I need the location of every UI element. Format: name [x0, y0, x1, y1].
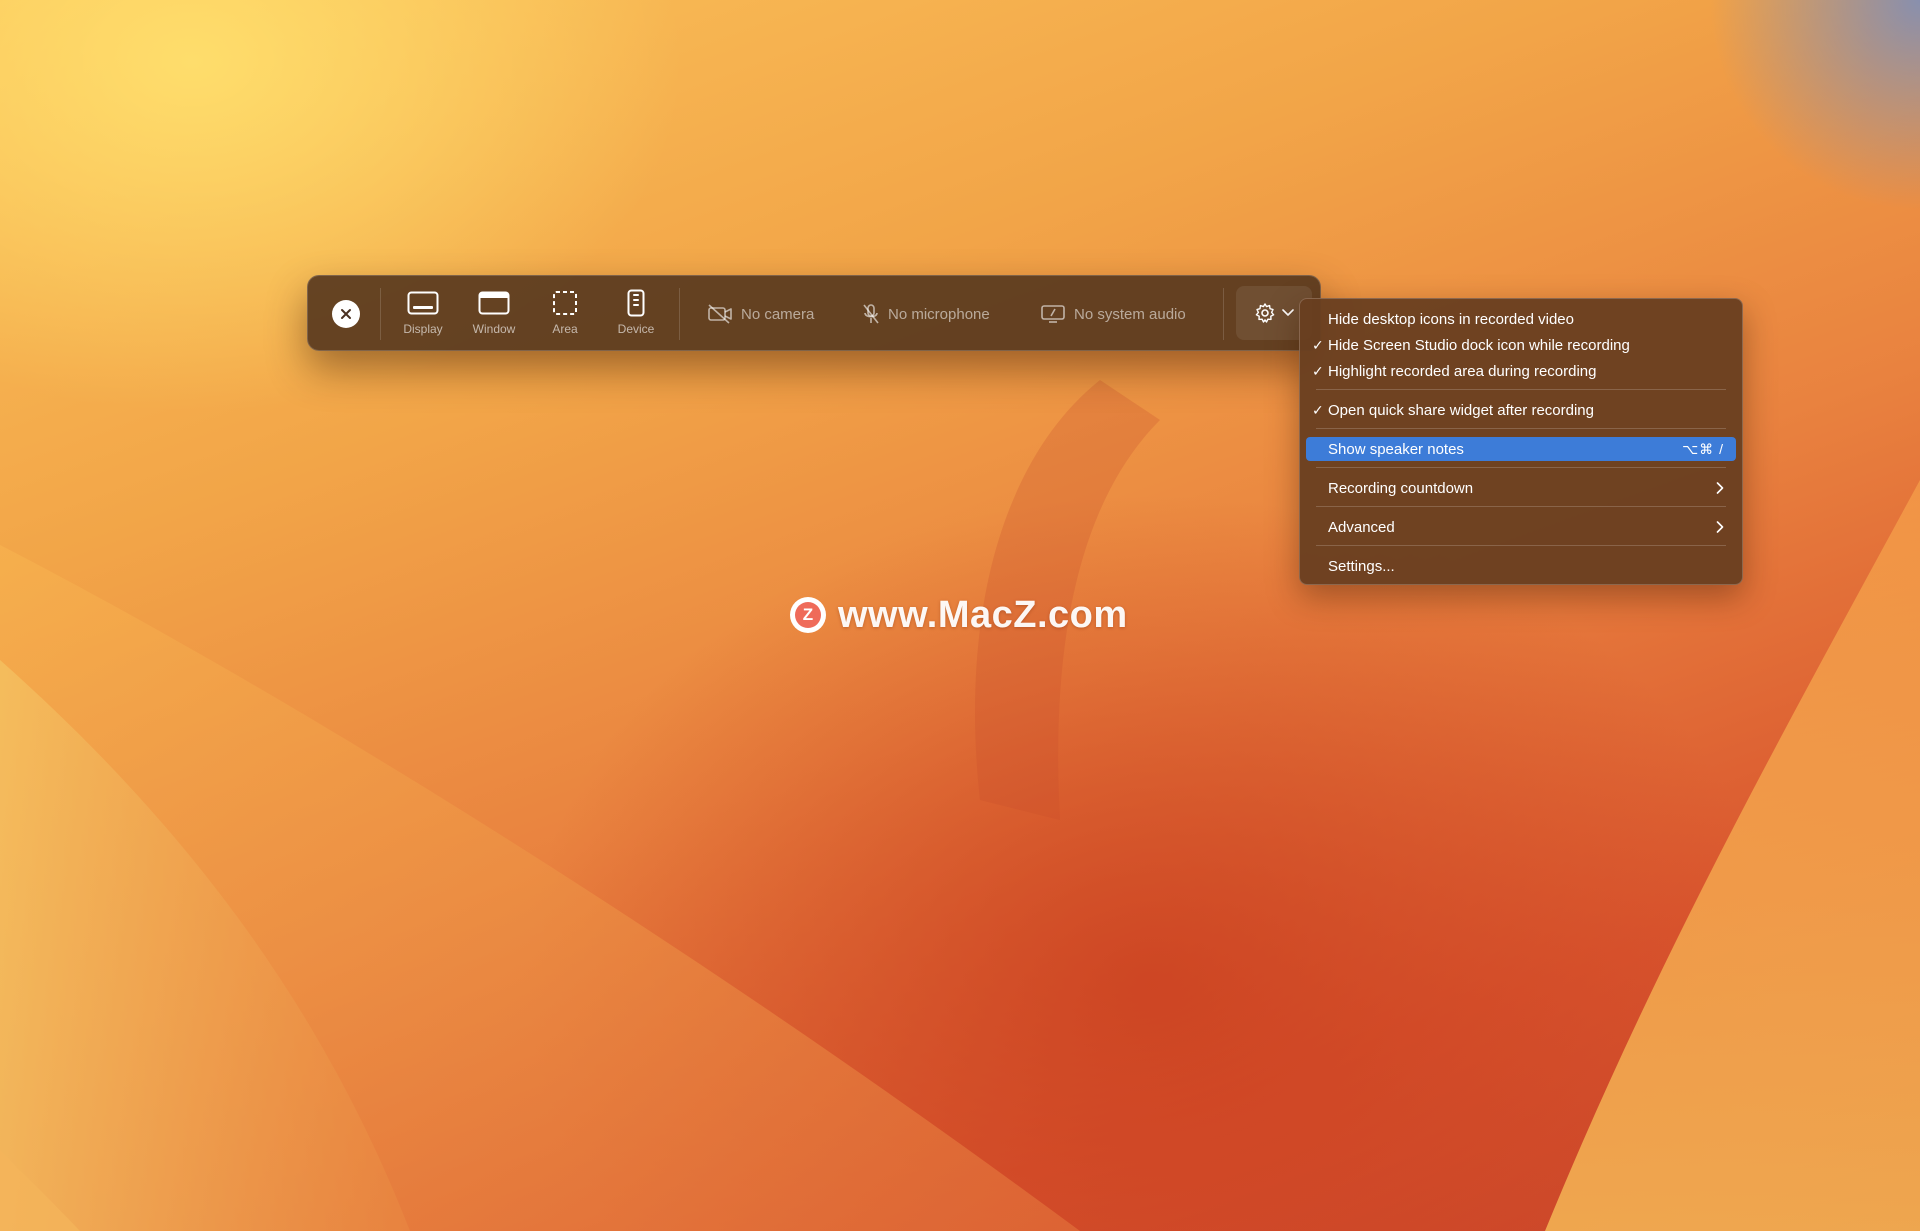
- display-icon: [407, 291, 439, 315]
- gear-icon: [1255, 303, 1275, 323]
- macz-logo-letter: Z: [795, 602, 821, 628]
- menu-item-label: Recording countdown: [1328, 479, 1474, 497]
- microphone-off-icon: [863, 304, 879, 324]
- menu-item-label: Advanced: [1328, 518, 1395, 536]
- menu-item-settings[interactable]: Settings...: [1306, 554, 1736, 578]
- mode-area-button[interactable]: Area: [533, 288, 597, 340]
- system-audio-label: No system audio: [1074, 305, 1186, 323]
- menu-item-show-speaker-notes[interactable]: Show speaker notes ⌥⌘ /: [1306, 437, 1736, 461]
- menu-item-label: Highlight recorded area during recording: [1328, 362, 1597, 380]
- camera-off-icon: [708, 304, 732, 324]
- area-icon: [553, 291, 577, 315]
- watermark-text: www.MacZ.com: [838, 593, 1128, 636]
- system-audio-select-button[interactable]: No system audio: [1040, 300, 1186, 328]
- checkmark-icon: ✓: [1312, 362, 1324, 379]
- desktop-background: Z www.MacZ.com Display Window Area Devic…: [0, 0, 1920, 1231]
- camera-label: No camera: [741, 305, 815, 323]
- menu-item-label: Show speaker notes: [1328, 440, 1464, 458]
- menu-item-label: Hide desktop icons in recorded video: [1328, 310, 1574, 328]
- toolbar-divider: [380, 288, 381, 340]
- mode-device-label: Device: [617, 322, 655, 336]
- toolbar-divider: [1223, 288, 1224, 340]
- device-icon: [627, 289, 645, 317]
- camera-select-button[interactable]: No camera: [707, 300, 814, 328]
- mode-display-button[interactable]: Display: [391, 288, 455, 340]
- watermark: Z www.MacZ.com: [790, 593, 1128, 637]
- menu-item-hide-dock-icon[interactable]: ✓ Hide Screen Studio dock icon while rec…: [1306, 333, 1736, 357]
- chevron-right-icon: [1716, 482, 1724, 494]
- toolbar-divider: [679, 288, 680, 340]
- menu-item-hide-desktop-icons[interactable]: Hide desktop icons in recorded video: [1306, 307, 1736, 331]
- menu-separator: [1316, 389, 1726, 390]
- close-icon: [341, 309, 351, 319]
- checkmark-icon: ✓: [1312, 336, 1324, 353]
- macz-logo-icon: Z: [790, 597, 826, 633]
- microphone-select-button[interactable]: No microphone: [862, 300, 990, 328]
- menu-item-advanced[interactable]: Advanced: [1306, 515, 1736, 539]
- mode-display-label: Display: [403, 322, 443, 336]
- menu-separator: [1316, 467, 1726, 468]
- mode-window-button[interactable]: Window: [462, 288, 526, 340]
- menu-item-highlight-recorded-area[interactable]: ✓ Highlight recorded area during recordi…: [1306, 359, 1736, 383]
- chevron-down-icon: [1282, 309, 1294, 316]
- menu-item-label: Open quick share widget after recording: [1328, 401, 1594, 419]
- menu-item-label: Settings...: [1328, 557, 1395, 575]
- settings-dropdown-menu: Hide desktop icons in recorded video ✓ H…: [1299, 298, 1743, 585]
- recording-toolbar: Display Window Area Device No camera No …: [307, 275, 1321, 351]
- menu-separator: [1316, 428, 1726, 429]
- close-toolbar-button[interactable]: [332, 300, 360, 328]
- chevron-right-icon: [1716, 521, 1724, 533]
- menu-separator: [1316, 545, 1726, 546]
- menu-item-label: Hide Screen Studio dock icon while recor…: [1328, 336, 1630, 354]
- mode-area-label: Area: [552, 322, 578, 336]
- mode-device-button[interactable]: Device: [604, 288, 668, 340]
- menu-item-open-quick-share[interactable]: ✓ Open quick share widget after recordin…: [1306, 398, 1736, 422]
- keyboard-shortcut: ⌥⌘ /: [1682, 440, 1724, 457]
- checkmark-icon: ✓: [1312, 401, 1324, 418]
- menu-item-recording-countdown[interactable]: Recording countdown: [1306, 476, 1736, 500]
- window-icon: [478, 291, 510, 315]
- mode-window-label: Window: [472, 322, 516, 336]
- microphone-label: No microphone: [888, 305, 990, 323]
- system-audio-off-icon: [1041, 305, 1065, 323]
- menu-separator: [1316, 506, 1726, 507]
